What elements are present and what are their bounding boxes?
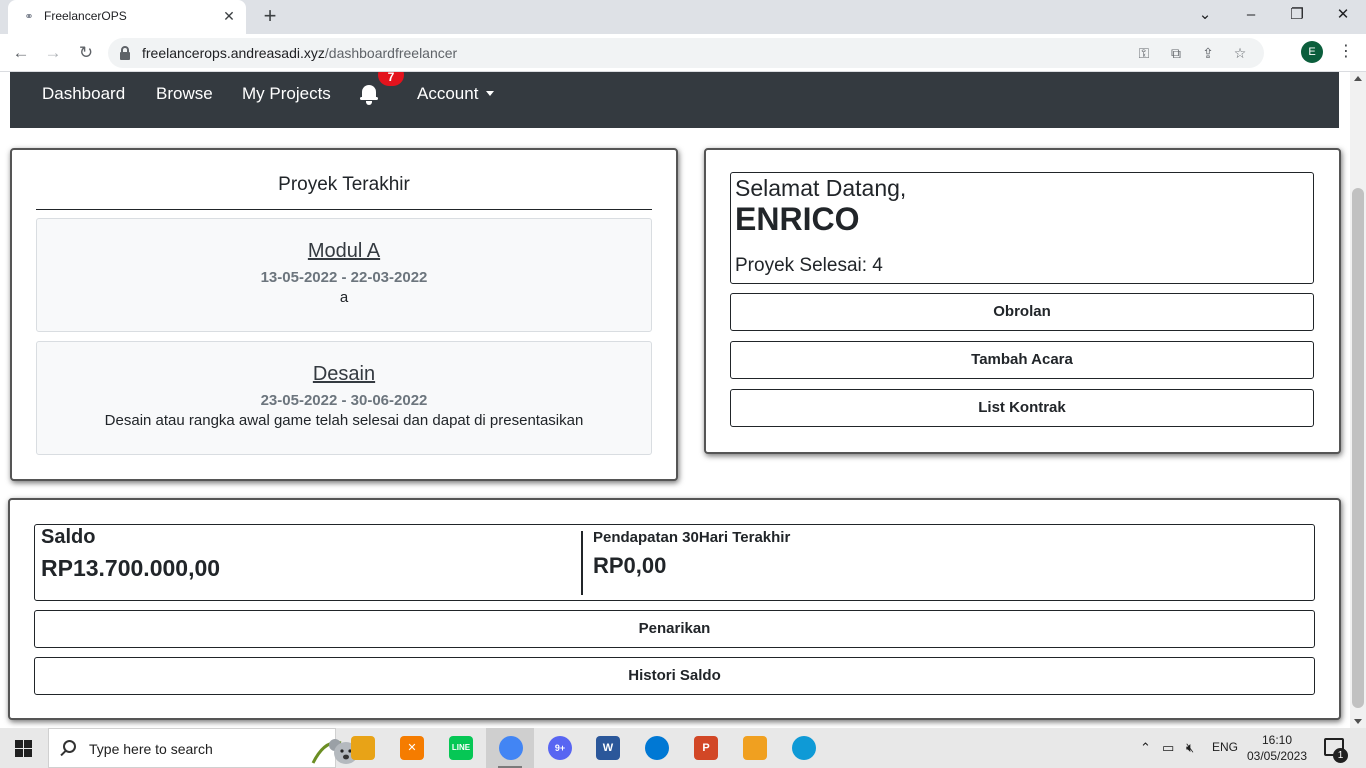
- search-icon: [63, 740, 76, 753]
- tab-search-chevron-icon[interactable]: ⌄: [1190, 3, 1220, 27]
- browser-toolbar: ← → ↻ freelancerops.andreasadi.xyz/dashb…: [0, 34, 1366, 93]
- notification-center-count: 1: [1333, 748, 1348, 763]
- url-text: freelancerops.andreasadi.xyz/dashboardfr…: [142, 45, 458, 61]
- close-window-icon[interactable]: ✕: [1328, 3, 1358, 27]
- taskbar-edge-dev[interactable]: [632, 728, 680, 768]
- taskbar-powerpoint[interactable]: P: [681, 728, 729, 768]
- open-in-app-icon[interactable]: ⧉: [1166, 43, 1186, 63]
- address-bar[interactable]: freelancerops.andreasadi.xyz/dashboardfr…: [108, 38, 1264, 68]
- taskbar-edge[interactable]: [779, 728, 827, 768]
- folder-icon: [351, 736, 375, 760]
- balance-card: Saldo RP13.700.000,00 Pendapatan 30Hari …: [8, 498, 1341, 720]
- contract-list-button[interactable]: List Kontrak: [730, 389, 1314, 427]
- taskbar-search-box[interactable]: Type here to search: [48, 728, 363, 768]
- tab-title: FreelancerOPS: [44, 9, 127, 23]
- browser-tab-strip: ⚭ FreelancerOPS ✕ + ⌄ – ❐ ✕: [0, 0, 1366, 34]
- project-item: Modul A 13-05-2022 - 22-03-2022 a: [36, 218, 652, 332]
- taskbar-sketch-app[interactable]: [730, 728, 778, 768]
- key-icon[interactable]: ⚿: [1134, 43, 1154, 63]
- taskbar-xampp[interactable]: ✕: [387, 728, 435, 768]
- project-item: Desain 23-05-2022 - 30-06-2022 Desain at…: [36, 341, 652, 455]
- account-dropdown[interactable]: Account: [417, 84, 495, 104]
- balance-history-button[interactable]: Histori Saldo: [34, 657, 1315, 695]
- project-name-link[interactable]: Modul A: [37, 240, 651, 263]
- income-label: Pendapatan 30Hari Terakhir: [593, 529, 791, 546]
- discord-icon: 9+: [548, 736, 572, 760]
- welcome-card: Selamat Datang, ENRICO Proyek Selesai: 4…: [704, 148, 1341, 454]
- page-viewport: Dashboard Browse My Projects 7 Account P…: [0, 72, 1350, 728]
- project-dates: 23-05-2022 - 30-06-2022: [260, 392, 428, 409]
- line-app-icon: LINE: [449, 736, 473, 760]
- close-tab-icon[interactable]: ✕: [220, 7, 238, 25]
- add-event-button[interactable]: Tambah Acara: [730, 341, 1314, 379]
- scroll-up-arrow-icon[interactable]: [1354, 76, 1362, 81]
- minimize-icon[interactable]: –: [1236, 3, 1266, 27]
- powerpoint-icon: P: [694, 736, 718, 760]
- scrollbar-thumb[interactable]: [1352, 188, 1364, 708]
- notification-badge: 7: [378, 72, 404, 86]
- taskbar-clock[interactable]: 16:10 03/05/2023: [1236, 732, 1318, 764]
- taskbar-discord[interactable]: 9+: [535, 728, 583, 768]
- taskbar-word[interactable]: W: [583, 728, 631, 768]
- new-tab-icon[interactable]: +: [258, 5, 282, 29]
- browser-menu-icon[interactable]: ⋮: [1338, 41, 1354, 63]
- clock-date: 03/05/2023: [1246, 749, 1308, 763]
- back-icon[interactable]: ←: [8, 40, 34, 66]
- project-name-link[interactable]: Desain: [37, 363, 651, 386]
- saldo-label: Saldo: [41, 526, 96, 548]
- page-scrollbar[interactable]: [1350, 72, 1366, 728]
- withdraw-button[interactable]: Penarikan: [34, 610, 1315, 648]
- site-favicon-icon: ⚭: [24, 11, 34, 23]
- restore-icon[interactable]: ❐: [1282, 3, 1312, 27]
- forward-icon[interactable]: →: [40, 40, 66, 66]
- word-icon: W: [596, 736, 620, 760]
- reload-icon[interactable]: ↻: [73, 40, 99, 66]
- battery-icon[interactable]: ▭: [1162, 740, 1174, 756]
- app-icon: [743, 736, 767, 760]
- account-label: Account: [417, 84, 479, 103]
- clock-time: 16:10: [1261, 733, 1293, 747]
- profile-avatar[interactable]: E: [1301, 41, 1323, 63]
- speaker-muted-icon[interactable]: 🔇︎: [1186, 740, 1194, 756]
- income-value: RP0,00: [593, 553, 667, 578]
- title-divider: [36, 209, 652, 210]
- project-dates: 13-05-2022 - 22-03-2022: [260, 269, 428, 286]
- completed-projects-count: Proyek Selesai: 4: [735, 255, 883, 276]
- xampp-icon: ✕: [400, 736, 424, 760]
- chrome-icon: [499, 736, 523, 760]
- recent-projects-title: Proyek Terakhir: [278, 174, 410, 195]
- saldo-value: RP13.700.000,00: [41, 555, 221, 581]
- share-icon[interactable]: ⇪: [1198, 43, 1218, 63]
- taskbar-line[interactable]: LINE: [436, 728, 484, 768]
- lock-icon[interactable]: [120, 46, 130, 60]
- windows-taskbar: Type here to search ✕ LINE 9+ W P ⌃ ▭ 🔇︎…: [0, 728, 1366, 768]
- language-indicator[interactable]: ENG: [1212, 740, 1238, 754]
- nav-dashboard[interactable]: Dashboard: [42, 84, 125, 104]
- caret-down-icon: [486, 91, 495, 96]
- scroll-down-arrow-icon[interactable]: [1354, 719, 1362, 724]
- recent-projects-card: Proyek Terakhir Modul A 13-05-2022 - 22-…: [10, 148, 678, 481]
- user-name: ENRICO: [735, 201, 860, 237]
- taskbar-file-explorer[interactable]: [338, 728, 386, 768]
- edge-dev-icon: [645, 736, 669, 760]
- nav-browse[interactable]: Browse: [156, 84, 213, 104]
- search-placeholder: Type here to search: [89, 741, 213, 757]
- balance-summary: Saldo RP13.700.000,00 Pendapatan 30Hari …: [34, 524, 1315, 601]
- bookmark-star-icon[interactable]: ☆: [1230, 43, 1250, 63]
- browser-tab[interactable]: ⚭ FreelancerOPS ✕: [8, 0, 246, 34]
- welcome-panel: Selamat Datang, ENRICO Proyek Selesai: 4: [730, 172, 1314, 284]
- project-description: a: [339, 289, 349, 306]
- taskbar-chrome[interactable]: [486, 728, 534, 768]
- project-description: Desain atau rangka awal game telah seles…: [104, 412, 584, 429]
- top-navbar: Dashboard Browse My Projects 7 Account: [10, 72, 1339, 128]
- welcome-greeting: Selamat Datang,: [735, 175, 907, 201]
- notification-bell-icon[interactable]: [360, 83, 378, 105]
- windows-start-icon[interactable]: [15, 740, 32, 757]
- tray-chevron-up-icon[interactable]: ⌃: [1140, 740, 1151, 756]
- balance-divider: [581, 531, 583, 595]
- chat-button[interactable]: Obrolan: [730, 293, 1314, 331]
- nav-my-projects[interactable]: My Projects: [242, 84, 331, 104]
- edge-icon: [792, 736, 816, 760]
